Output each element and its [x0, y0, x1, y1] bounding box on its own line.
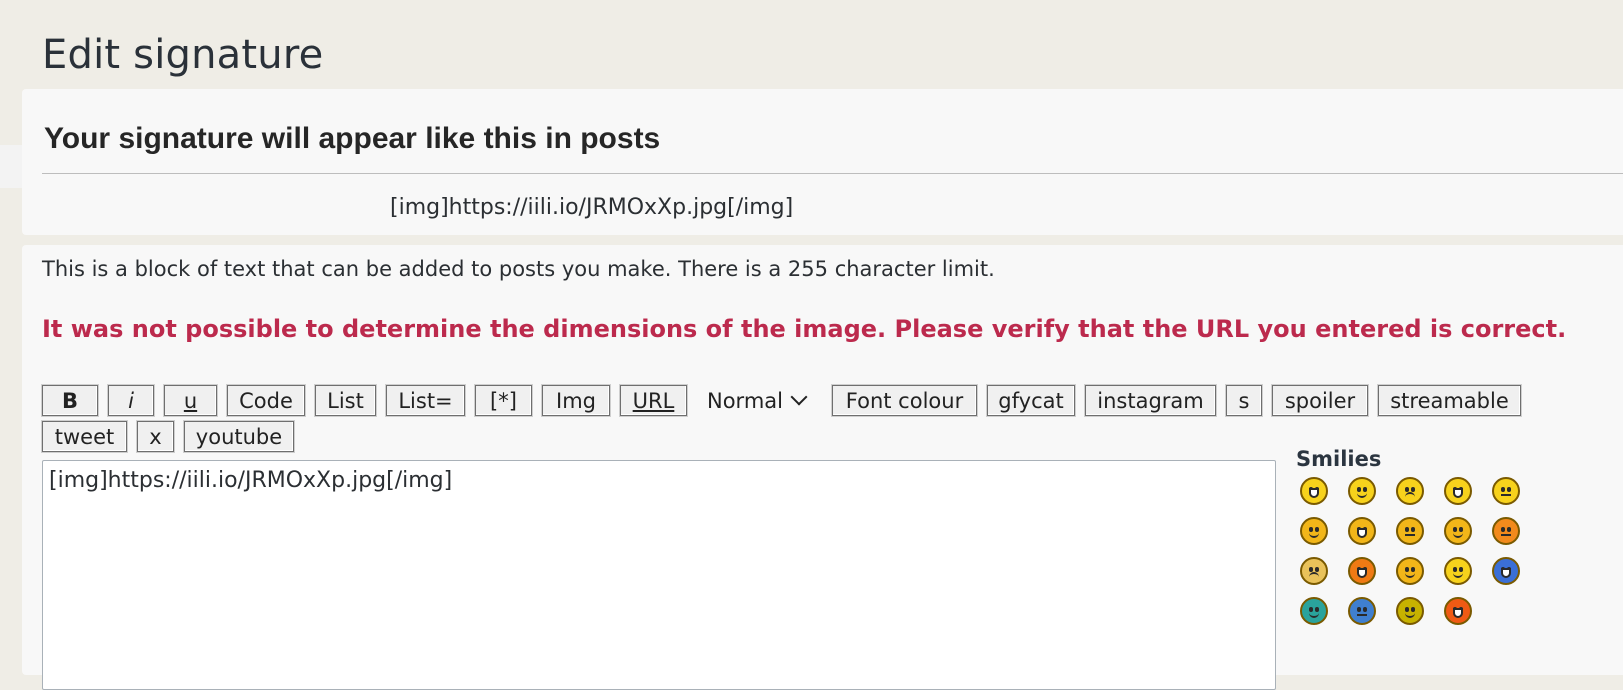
- list-item-button[interactable]: [*]: [475, 385, 532, 416]
- neutral-smiley-icon[interactable]: [1396, 597, 1424, 625]
- font-colour-button[interactable]: Font colour: [832, 385, 977, 416]
- italic-button[interactable]: i: [108, 385, 154, 416]
- signature-preview-panel: Your signature will appear like this in …: [22, 89, 1623, 235]
- underline-button-label: u: [183, 388, 198, 413]
- font-size-select[interactable]: Normal: [707, 385, 808, 416]
- signature-explain-text: This is a block of text that can be adde…: [42, 257, 995, 281]
- url-button[interactable]: URL: [620, 385, 687, 416]
- razz-smiley-icon[interactable]: [1444, 517, 1472, 545]
- url-button-label: URL: [632, 388, 675, 413]
- surprised-smiley-icon[interactable]: [1444, 477, 1472, 505]
- signature-preview-text: [img]https://iili.io/JRMOxXp.jpg[/img]: [390, 195, 794, 220]
- exclamation-smiley-icon[interactable]: [1444, 597, 1472, 625]
- preview-heading: Your signature will appear like this in …: [44, 122, 661, 155]
- ordered-list-button[interactable]: List=: [386, 385, 465, 416]
- embarrassed-smiley-icon[interactable]: [1492, 517, 1520, 545]
- mr-green-smiley-icon[interactable]: [1300, 597, 1328, 625]
- youtube-button[interactable]: youtube: [184, 421, 294, 452]
- laughing-smiley-icon[interactable]: [1348, 517, 1376, 545]
- confused-smiley-icon[interactable]: [1492, 477, 1520, 505]
- evil-smiley-icon[interactable]: [1348, 557, 1376, 585]
- instagram-button[interactable]: instagram: [1085, 385, 1216, 416]
- mad-smiley-icon[interactable]: [1396, 517, 1424, 545]
- page-title: Edit signature: [42, 32, 324, 78]
- wink-smiley-icon[interactable]: [1444, 557, 1472, 585]
- img-button[interactable]: Img: [542, 385, 610, 416]
- chevron-down-icon: [790, 388, 808, 405]
- bold-button[interactable]: B: [42, 385, 98, 416]
- blue-smiley-icon[interactable]: [1348, 597, 1376, 625]
- signature-textarea[interactable]: [img]https://iili.io/JRMOxXp.jpg[/img]: [42, 460, 1276, 690]
- gfycat-button[interactable]: gfycat: [987, 385, 1075, 416]
- twisted-evil-smiley-icon[interactable]: [1396, 557, 1424, 585]
- tweet-button[interactable]: tweet: [42, 421, 127, 452]
- rolling-eyes-smiley-icon[interactable]: [1492, 557, 1520, 585]
- left-strip: [0, 145, 22, 188]
- sad-smiley-icon[interactable]: [1396, 477, 1424, 505]
- preview-divider: [42, 173, 1623, 174]
- very-happy-smiley-icon[interactable]: [1300, 477, 1328, 505]
- x-button[interactable]: x: [137, 421, 174, 452]
- signature-form-panel: This is a block of text that can be adde…: [22, 245, 1623, 690]
- smilies-heading: Smilies: [1296, 447, 1382, 471]
- crying-smiley-icon[interactable]: [1300, 557, 1328, 585]
- spoiler-button[interactable]: spoiler: [1272, 385, 1368, 416]
- font-size-value: Normal: [707, 388, 783, 413]
- error-message: It was not possible to determine the dim…: [42, 315, 1567, 343]
- streamable-button[interactable]: streamable: [1378, 385, 1521, 416]
- code-button[interactable]: Code: [227, 385, 305, 416]
- list-button[interactable]: List: [315, 385, 376, 416]
- underline-button[interactable]: u: [164, 385, 217, 416]
- cool-smiley-icon[interactable]: [1300, 517, 1328, 545]
- smile-smiley-icon[interactable]: [1348, 477, 1376, 505]
- strikethrough-button[interactable]: s: [1226, 385, 1262, 416]
